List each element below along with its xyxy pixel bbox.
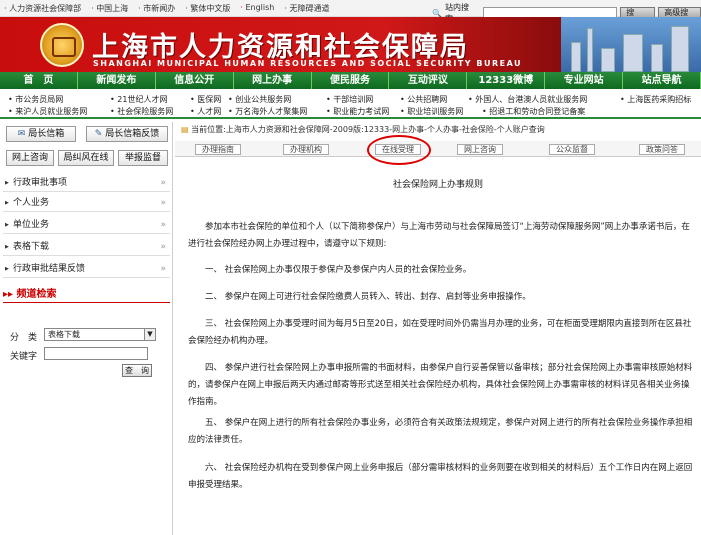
nav-item[interactable]: 网上办事 <box>234 72 312 89</box>
nav-item[interactable]: 首 页 <box>0 72 78 89</box>
menu-item-personal[interactable]: 个人业务 » <box>3 194 170 212</box>
menu-label: 个人业务 <box>13 198 50 208</box>
anti-corruption-button[interactable]: 局纠风在线 <box>58 150 114 166</box>
button-label: 局长信箱反馈 <box>105 129 160 139</box>
top-link[interactable]: 繁体中文版 <box>185 3 230 14</box>
related-link[interactable]: 上海医药采购招标 <box>620 94 691 105</box>
keyword-label: 关键字 <box>10 352 38 362</box>
content-paragraph: 五、 参保户在网上进行的所有社会保险办事业务，必须符合有关政策法规规定，参保户对… <box>188 418 693 445</box>
tab-online-consult[interactable]: 网上咨询 <box>457 144 503 155</box>
related-link[interactable]: 干部培训网 <box>326 94 373 105</box>
keyword-input[interactable] <box>44 347 148 360</box>
related-link[interactable]: 职业培训服务网 <box>400 106 463 117</box>
channel-search-heading: ▸▸ 频道检索 <box>3 287 170 303</box>
nav-item[interactable]: 互动评议 <box>389 72 468 89</box>
category-value: 表格下载 <box>48 330 80 339</box>
report-button[interactable]: 举报监督 <box>118 150 168 166</box>
bureau-logo <box>40 23 84 67</box>
nav-item[interactable]: 12333微博 <box>467 72 546 89</box>
nav-item[interactable]: 便民服务 <box>312 72 390 89</box>
related-link[interactable]: 外国人、台港澳人员就业服务网 <box>468 94 587 105</box>
chevron-right-icon: » <box>160 220 166 230</box>
query-button[interactable]: 查 询 <box>122 364 152 377</box>
left-sidebar: ✉ 局长信箱 ✎ 局长信箱反馈 网上咨询 局纠风在线 举报监督 行政审批事项» … <box>0 122 173 535</box>
related-link[interactable]: 社会保险服务网 <box>110 106 173 117</box>
tab-bar: 办理指南 办理机构 在线受理 网上咨询 公众监督 政策问答 <box>175 141 701 157</box>
tab-agency[interactable]: 办理机构 <box>283 144 329 155</box>
category-label: 分 类 <box>10 333 38 343</box>
menu-label: 单位业务 <box>13 220 50 230</box>
breadcrumb: 当前位置:上海市人力资源和社会保障网-2009版:12333-网上办事-个人办事… <box>181 124 545 135</box>
related-link[interactable]: 来沪人员就业服务网 <box>8 106 87 117</box>
chevron-right-icon: » <box>160 178 166 188</box>
content-paragraph: 参加本市社会保险的单位和个人（以下简称参保户）与上海市劳动与社会保障局签订“上海… <box>188 222 690 249</box>
related-link[interactable]: 医保网 <box>190 94 221 105</box>
menu-item-results[interactable]: 行政审批结果反馈 » <box>3 260 170 278</box>
top-link[interactable]: 中国上海 <box>91 3 128 14</box>
related-link[interactable]: 公共招聘网 <box>400 94 447 105</box>
skyline-image <box>561 17 701 72</box>
arrow-icon: ▸▸ <box>3 289 17 300</box>
tab-public-supervision[interactable]: 公众监督 <box>549 144 595 155</box>
related-link[interactable]: 招退工和劳动合同登记备案 <box>482 106 585 117</box>
banner: 上海市人力资源和社会保障局 SHANGHAI MUNICIPAL HUMAN R… <box>0 17 701 72</box>
chevron-right-icon: » <box>160 242 166 252</box>
related-link[interactable]: 创业公共服务网 <box>228 94 291 105</box>
content-paragraph: 六、 社会保险经办机构在受到参保户网上业务申报后（部分需审核材料的业务则要在收到… <box>188 463 693 490</box>
content-paragraph: 三、 社会保险网上办事受理时间为每月5日至20日，如在受理时间外仍需当月办理的业… <box>188 319 692 346</box>
nav-item[interactable]: 信息公开 <box>156 72 234 89</box>
related-links: 市公务员局网 21世纪人才网 医保网 创业公共服务网 干部培训网 公共招聘网 外… <box>0 91 701 119</box>
nav-item[interactable]: 站点导航 <box>623 72 701 89</box>
tab-guide[interactable]: 办理指南 <box>195 144 241 155</box>
director-mailbox-button[interactable]: ✉ 局长信箱 <box>6 126 76 142</box>
channel-title: 频道检索 <box>16 289 57 300</box>
top-link[interactable]: English <box>240 3 274 14</box>
related-link[interactable]: 职业能力考试网 <box>326 106 389 117</box>
tab-policy-qa[interactable]: 政策问答 <box>639 144 685 155</box>
top-link[interactable]: 无障碍通道 <box>284 3 329 14</box>
content-title: 社会保险网上办事规则 <box>392 180 483 190</box>
pen-icon: ✎ <box>94 129 106 139</box>
top-bar: 人力资源社会保障部 中国上海 市新闻办 繁体中文版 English 无障碍通道 … <box>0 0 701 27</box>
top-links: 人力资源社会保障部 中国上海 市新闻办 繁体中文版 English 无障碍通道 <box>4 3 329 14</box>
menu-item-forms[interactable]: 表格下载 » <box>3 238 170 256</box>
menu-item-approval[interactable]: 行政审批事项 » <box>3 174 170 192</box>
site-subtitle: SHANGHAI MUNICIPAL HUMAN RESOURCES AND S… <box>93 59 523 68</box>
menu-label: 表格下载 <box>13 242 50 252</box>
content-paragraph: 二、 参保户在网上可进行社会保险缴费人员转入、转出、封存、启封等业务申报操作。 <box>205 292 531 302</box>
chevron-down-icon: ▼ <box>144 329 155 340</box>
related-link[interactable]: 人才网 <box>190 106 221 117</box>
chevron-right-icon: » <box>160 198 166 208</box>
button-label: 局长信箱 <box>28 129 65 139</box>
category-select[interactable]: 表格下载 ▼ <box>44 328 156 341</box>
top-link[interactable]: 市新闻办 <box>138 3 175 14</box>
menu-label: 行政审批事项 <box>13 178 68 188</box>
main-nav: 首 页 新闻发布 信息公开 网上办事 便民服务 互动评议 12333微博 专业网… <box>0 72 701 89</box>
nav-item[interactable]: 专业网站 <box>545 72 624 89</box>
main-content: 当前位置:上海市人力资源和社会保障网-2009版:12333-网上办事-个人办事… <box>175 122 701 535</box>
mail-icon: ✉ <box>17 129 29 139</box>
mailbox-feedback-button[interactable]: ✎ 局长信箱反馈 <box>86 126 168 142</box>
annotation-circle <box>367 135 431 165</box>
menu-item-unit[interactable]: 单位业务 » <box>3 216 170 234</box>
top-link[interactable]: 人力资源社会保障部 <box>4 3 81 14</box>
related-link[interactable]: 21世纪人才网 <box>110 94 167 105</box>
chevron-right-icon: » <box>160 264 166 274</box>
related-link[interactable]: 万名海外人才聚集网 <box>228 106 307 117</box>
related-link[interactable]: 市公务员局网 <box>8 94 63 105</box>
content-paragraph: 四、 参保户进行社会保险网上办事申报所需的书面材料，由参保户自行妥善保管以备审核… <box>188 363 693 407</box>
menu-label: 行政审批结果反馈 <box>13 264 86 274</box>
online-consult-button[interactable]: 网上咨询 <box>6 150 54 166</box>
content-paragraph: 一、 社会保险网上办事仅限于参保户及参保户内人员的社会保险业务。 <box>205 265 472 275</box>
nav-item[interactable]: 新闻发布 <box>78 72 156 89</box>
